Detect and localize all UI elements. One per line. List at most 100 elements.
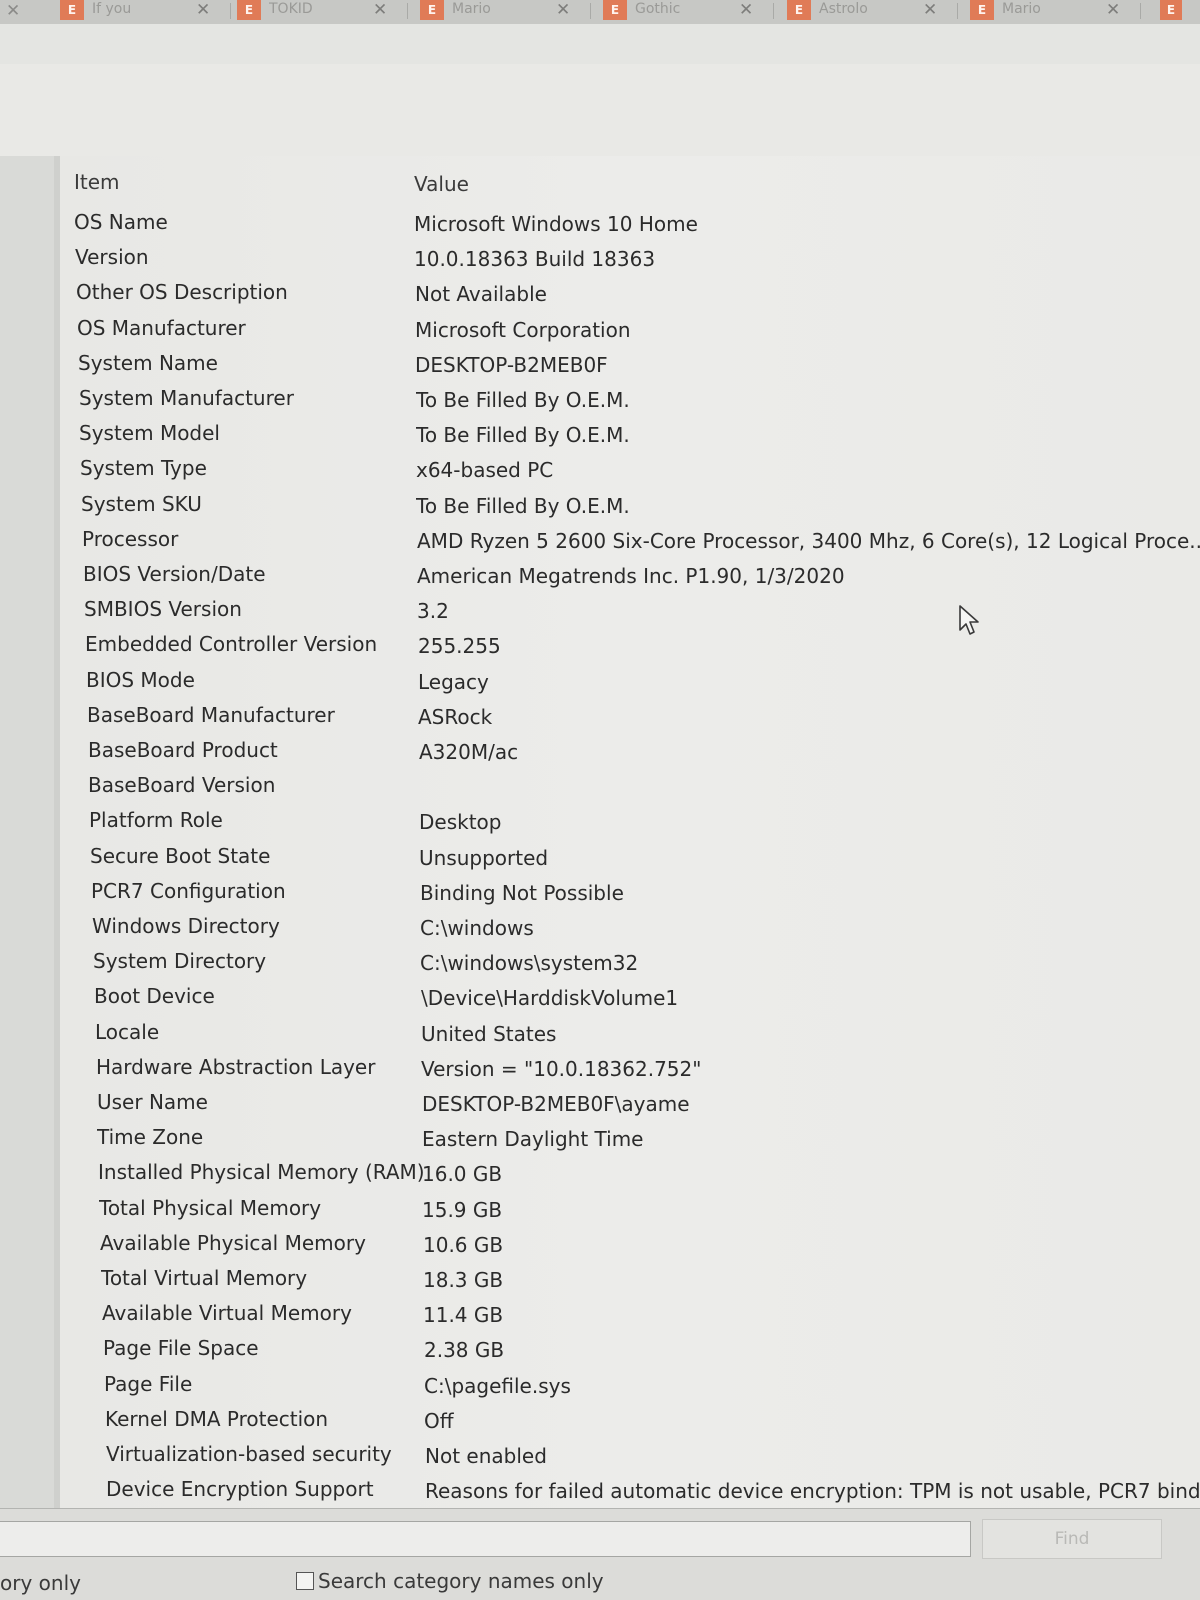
table-row[interactable]: System Manufacturer To Be Filled By O.E.M… xyxy=(60,382,1200,414)
mouse-pointer-icon xyxy=(959,605,979,635)
system-summary-list[interactable]: Item Value OS Name Microsoft Windows 10 H… xyxy=(60,156,1200,1508)
item-cell: Total Virtual Memory xyxy=(101,1266,308,1290)
table-row[interactable]: Version 10.0.18363 Build 18363 xyxy=(60,241,1200,273)
item-cell: Locale xyxy=(95,1020,160,1044)
item-cell: Hardware Abstraction Layer xyxy=(96,1055,376,1079)
value-cell: To Be Filled By O.E.M. xyxy=(416,494,630,518)
table-row[interactable]: OS Name Microsoft Windows 10 Home xyxy=(60,206,1200,238)
search-category-names-label: Search category names only xyxy=(318,1569,604,1593)
column-header-item[interactable]: Item xyxy=(74,170,404,194)
close-icon[interactable]: ✕ xyxy=(373,0,387,20)
value-cell: C:\windows xyxy=(420,916,534,940)
tab-separator xyxy=(1140,3,1141,19)
item-cell: Embedded Controller Version xyxy=(85,632,378,656)
browser-tab-strip: ✕ E E If you ✕ E TOKID ✕ E Mario ✕ E Gothic ✕ E Astro… xyxy=(0,0,1200,25)
close-icon[interactable]: ✕ xyxy=(556,0,570,20)
value-cell: Microsoft Corporation xyxy=(415,318,631,342)
table-row[interactable]: Other OS Description Not Available xyxy=(60,276,1200,308)
item-cell: Available Virtual Memory xyxy=(102,1301,352,1325)
value-cell: Reasons for failed automatic device encr… xyxy=(425,1479,1200,1503)
table-row[interactable]: Total Virtual Memory 18.3 GB xyxy=(60,1262,1200,1294)
value-cell: Legacy xyxy=(418,670,489,694)
table-row[interactable]: BIOS Version/Date American Megatrends Inc… xyxy=(60,558,1200,590)
tab-favicon-icon: E xyxy=(420,0,444,20)
screen: ✕ E E If you ✕ E TOKID ✕ E Mario ✕ E Gothic ✕ E Astro… xyxy=(0,0,1200,1600)
table-row[interactable]: System SKU To Be Filled By O.E.M. xyxy=(60,488,1200,520)
value-cell: 2.38 GB xyxy=(424,1338,505,1362)
table-row[interactable]: Windows Directory C:\windows xyxy=(60,910,1200,942)
table-row[interactable]: Time Zone Eastern Daylight Time xyxy=(60,1121,1200,1153)
table-row[interactable]: Boot Device \Device\HarddiskVolume1 xyxy=(60,980,1200,1012)
checkbox-icon[interactable] xyxy=(296,1572,314,1590)
value-cell: Off xyxy=(424,1409,454,1433)
browser-tab[interactable]: E Mario ✕ xyxy=(970,0,1148,22)
value-cell: 255.255 xyxy=(418,634,501,658)
table-row[interactable]: SMBIOS Version 3.2 xyxy=(60,593,1200,625)
browser-tab[interactable]: E If you ✕ xyxy=(60,0,238,22)
value-cell: DESKTOP-B2MEB0F xyxy=(415,353,608,377)
table-row[interactable]: Locale United States xyxy=(60,1016,1200,1048)
table-row[interactable]: User Name DESKTOP-B2MEB0F\ayame xyxy=(60,1086,1200,1118)
table-row[interactable]: BIOS Mode Legacy xyxy=(60,664,1200,696)
value-cell: A320M/ac xyxy=(419,740,519,764)
table-row[interactable]: OS Manufacturer Microsoft Corporation xyxy=(60,312,1200,344)
table-row[interactable]: Hardware Abstraction Layer Version = "10.… xyxy=(60,1051,1200,1083)
tab-favicon-icon: E xyxy=(787,0,811,20)
item-cell: Other OS Description xyxy=(76,280,288,304)
table-row[interactable]: Platform Role Desktop xyxy=(60,804,1200,836)
tab-title: TOKID xyxy=(269,1,313,17)
table-row[interactable]: Processor AMD Ryzen 5 2600 Six-Core Proce… xyxy=(60,523,1200,555)
table-row[interactable]: BaseBoard Version xyxy=(60,769,1200,801)
item-cell: Page File xyxy=(104,1372,193,1396)
table-row[interactable]: Installed Physical Memory (RAM) 16.0 GB xyxy=(60,1156,1200,1188)
browser-tab[interactable]: E Astrolo ✕ xyxy=(787,0,965,22)
table-row[interactable]: Total Physical Memory 15.9 GB xyxy=(60,1192,1200,1224)
table-row[interactable]: Page File Space 2.38 GB xyxy=(60,1332,1200,1364)
browser-tab[interactable]: E TOKID ✕ xyxy=(237,0,415,22)
find-button[interactable]: Find xyxy=(982,1519,1162,1559)
item-cell: Device Encryption Support xyxy=(106,1477,374,1501)
browser-tab[interactable]: E Gothic ✕ xyxy=(603,0,781,22)
value-cell: C:\windows\system32 xyxy=(420,951,639,975)
table-row[interactable]: Virtualization-based security Not enabled xyxy=(60,1438,1200,1470)
close-icon[interactable]: ✕ xyxy=(739,0,753,20)
tab-separator xyxy=(407,3,408,19)
table-row[interactable]: System Name DESKTOP-B2MEB0F xyxy=(60,347,1200,379)
table-row[interactable]: Available Virtual Memory 11.4 GB xyxy=(60,1297,1200,1329)
tab-separator xyxy=(957,3,958,19)
table-row[interactable]: Device Encryption Support Reasons for fai… xyxy=(60,1473,1200,1505)
table-row[interactable]: System Type x64-based PC xyxy=(60,452,1200,484)
close-icon[interactable]: ✕ xyxy=(923,0,937,20)
table-row[interactable]: Available Physical Memory 10.6 GB xyxy=(60,1227,1200,1259)
column-header-value[interactable]: Value xyxy=(414,172,1200,196)
item-cell: Boot Device xyxy=(94,984,215,1008)
item-cell: System Type xyxy=(80,456,207,480)
close-icon[interactable]: ✕ xyxy=(196,0,210,20)
table-row[interactable]: Kernel DMA Protection Off xyxy=(60,1403,1200,1435)
table-row[interactable]: PCR7 Configuration Binding Not Possible xyxy=(60,875,1200,907)
close-icon[interactable]: ✕ xyxy=(6,1,20,21)
table-row[interactable]: Page File C:\pagefile.sys xyxy=(60,1368,1200,1400)
value-cell: Desktop xyxy=(419,810,502,834)
search-category-names-option[interactable]: Search category names only xyxy=(296,1569,604,1593)
search-selected-category-option[interactable]: ory only xyxy=(0,1571,81,1595)
table-row[interactable]: BaseBoard Product A320M/ac xyxy=(60,734,1200,766)
table-row[interactable]: Secure Boot State Unsupported xyxy=(60,840,1200,872)
table-row[interactable]: Embedded Controller Version 255.255 xyxy=(60,628,1200,660)
table-row[interactable]: System Directory C:\windows\system32 xyxy=(60,945,1200,977)
find-what-input[interactable] xyxy=(0,1521,971,1557)
find-bar: Find ory only Search category names only xyxy=(0,1508,1200,1600)
value-cell: Not Available xyxy=(415,282,547,306)
item-cell: OS Name xyxy=(74,210,168,234)
close-icon[interactable]: ✕ xyxy=(1106,0,1120,20)
tab-favicon-icon[interactable]: E xyxy=(1160,0,1182,20)
browser-tab[interactable]: E Mario ✕ xyxy=(420,0,598,22)
value-cell: 10.0.18363 Build 18363 xyxy=(414,247,656,271)
table-row[interactable]: System Model To Be Filled By O.E.M. xyxy=(60,417,1200,449)
item-cell: BaseBoard Manufacturer xyxy=(87,703,335,727)
category-tree-pane[interactable] xyxy=(0,156,55,1508)
item-cell: Processor xyxy=(82,527,179,551)
item-cell: Available Physical Memory xyxy=(100,1231,366,1255)
tab-separator xyxy=(230,3,231,19)
table-row[interactable]: BaseBoard Manufacturer ASRock xyxy=(60,699,1200,731)
